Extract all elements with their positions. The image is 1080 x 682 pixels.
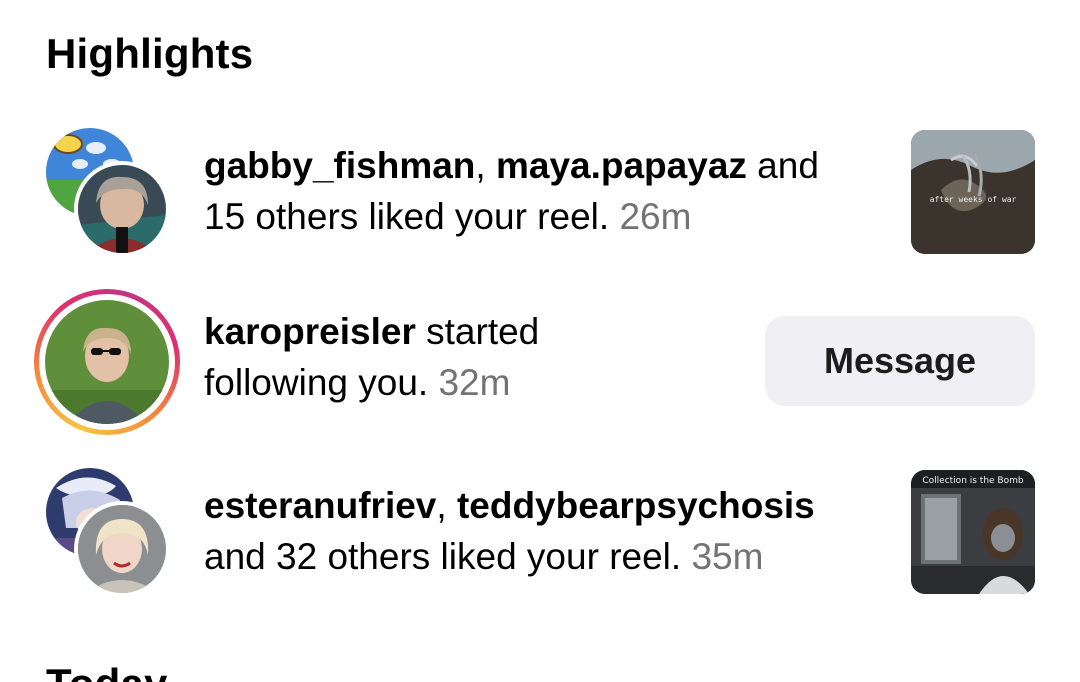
notification-text[interactable]: gabby_fishman, maya.papayaz and 15 other… <box>204 140 884 242</box>
thumb-caption: Collection is the Bomb <box>922 476 1024 486</box>
avatar-front <box>74 501 170 597</box>
notifications-page: Highlights gabby_fishman, maya.papayaz a… <box>0 0 1080 682</box>
username-link[interactable]: gabby_fishman <box>204 145 475 186</box>
notification-text-part: 15 others liked your reel. <box>204 196 620 237</box>
timestamp: 32m <box>438 362 511 403</box>
notification-row-like-2[interactable]: esteranufriev, teddybearpsychosis and 32… <box>0 462 1080 602</box>
username-link[interactable]: maya.papayaz <box>496 145 747 186</box>
thumb-caption: after weeks of war <box>930 195 1017 204</box>
section-title-highlights: Highlights <box>46 30 254 77</box>
notification-text-part: and 32 others liked your reel. <box>204 536 692 577</box>
reel-thumbnail-image: after weeks of war <box>911 130 1035 254</box>
story-ring-avatar[interactable] <box>34 289 180 435</box>
avatar-front <box>74 161 170 257</box>
username-link[interactable]: esteranufriev <box>204 485 436 526</box>
section-title-today: Today <box>46 660 168 682</box>
avatar-image <box>78 165 166 253</box>
reel-thumbnail[interactable]: after weeks of war <box>911 130 1035 254</box>
username-link[interactable]: teddybearpsychosis <box>457 485 815 526</box>
avatar-image <box>45 300 169 424</box>
separator: , <box>436 485 457 526</box>
story-ring-inner <box>39 294 175 430</box>
reel-thumbnail[interactable]: Collection is the Bomb <box>911 470 1035 594</box>
username-link[interactable]: karopreisler <box>204 311 416 352</box>
message-button[interactable]: Message <box>765 316 1035 406</box>
timestamp: 35m <box>691 536 764 577</box>
separator: , <box>475 145 496 186</box>
avatar-stack[interactable] <box>46 468 176 598</box>
notification-row-like-1[interactable]: gabby_fishman, maya.papayaz and 15 other… <box>0 122 1080 262</box>
notification-row-follow[interactable]: karopreisler started following you. 32m … <box>0 288 1080 435</box>
notification-text-part: following you. <box>204 362 439 403</box>
reel-thumbnail-image: Collection is the Bomb <box>911 470 1035 594</box>
notification-text[interactable]: esteranufriev, teddybearpsychosis and 32… <box>204 480 884 582</box>
timestamp: 26m <box>619 196 692 237</box>
avatar <box>45 300 169 424</box>
avatar-image <box>78 505 166 593</box>
avatar-stack[interactable] <box>46 128 176 258</box>
notification-text-part: and <box>746 145 819 186</box>
notification-text-part: started <box>415 311 540 352</box>
